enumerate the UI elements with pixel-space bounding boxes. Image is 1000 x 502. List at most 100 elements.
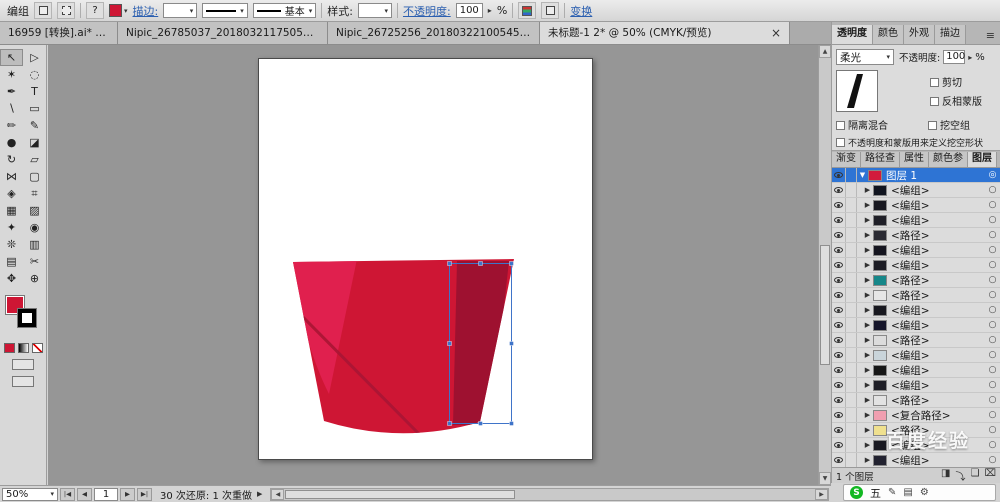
layer-label[interactable]: <路径> xyxy=(887,273,985,288)
layer-row[interactable]: ▶ <编组> ○ xyxy=(832,318,1000,333)
width-profile-select[interactable]: ▾ xyxy=(202,3,248,18)
expand-arrow-icon[interactable]: ▶ xyxy=(862,456,873,464)
layer-row[interactable]: ▶ <编组> ○ xyxy=(832,363,1000,378)
isolate-group-icon[interactable] xyxy=(34,2,52,19)
status-flyout-icon[interactable]: ▶ xyxy=(257,490,262,498)
document-tab[interactable]: Nipic_26785037_20180321175057703037.ai* … xyxy=(118,22,328,44)
layer-row[interactable]: ▶ <编组> ○ xyxy=(832,453,1000,467)
perspective-grid-tool[interactable]: ⌗ xyxy=(23,185,46,202)
target-circle-icon[interactable]: ○ xyxy=(985,215,1000,225)
opacity-stepper-icon[interactable]: ▸ xyxy=(968,53,972,62)
transform-panel-link[interactable]: 变换 xyxy=(570,3,592,19)
lock-toggle[interactable] xyxy=(846,303,857,317)
visibility-toggle[interactable] xyxy=(832,408,846,422)
lock-toggle[interactable] xyxy=(846,183,857,197)
zoom-tool[interactable]: ⊕ xyxy=(23,270,46,287)
tab-layers[interactable]: 图层 xyxy=(968,152,997,167)
expand-arrow-icon[interactable]: ▶ xyxy=(862,396,873,404)
last-artboard-button[interactable]: ▶| xyxy=(137,487,152,501)
target-circle-icon[interactable]: ○ xyxy=(985,200,1000,210)
layer-label[interactable]: <编组> xyxy=(887,198,985,213)
layer-row[interactable]: ▶ <编组> ○ xyxy=(832,348,1000,363)
lock-toggle[interactable] xyxy=(846,273,857,287)
target-circle-icon[interactable]: ○ xyxy=(985,440,1000,450)
layer-label[interactable]: <路径> xyxy=(887,423,985,438)
target-circle-icon[interactable]: ○ xyxy=(985,305,1000,315)
question-icon[interactable]: ? xyxy=(86,2,104,19)
knockout-group-checkbox[interactable] xyxy=(928,121,937,130)
visibility-toggle[interactable] xyxy=(832,258,846,272)
target-circle-icon[interactable]: ○ xyxy=(985,320,1000,330)
expand-arrow-icon[interactable]: ▶ xyxy=(862,231,873,239)
panel-opacity-input[interactable]: 100 xyxy=(943,50,965,64)
shape-builder-tool[interactable]: ◈ xyxy=(0,185,23,202)
expand-arrow-icon[interactable]: ▶ xyxy=(862,336,873,344)
lock-toggle[interactable] xyxy=(846,213,857,227)
rectangle-tool[interactable]: ▭ xyxy=(23,100,46,117)
hand-tool[interactable]: ✥ xyxy=(0,270,23,287)
document-tab[interactable]: Nipic_26725256_20180322100545029030.ai* … xyxy=(328,22,540,44)
layer-label[interactable]: <编组> xyxy=(887,213,985,228)
layer-label[interactable]: <路径> xyxy=(887,393,985,408)
ime-toolbar[interactable]: S 五 ✎ ▤ ⚙ xyxy=(843,484,996,501)
expand-arrow-icon[interactable]: ▶ xyxy=(862,321,873,329)
target-circle-icon[interactable]: ○ xyxy=(985,395,1000,405)
column-graph-tool[interactable]: ▥ xyxy=(23,236,46,253)
horizontal-scroll-thumb[interactable] xyxy=(285,489,516,499)
layer-label[interactable]: <编组> xyxy=(887,243,985,258)
lock-toggle[interactable] xyxy=(846,393,857,407)
lock-toggle[interactable] xyxy=(846,423,857,437)
scroll-right-icon[interactable]: ▶ xyxy=(815,488,828,500)
tab-appearance[interactable]: 外观 xyxy=(904,25,935,44)
expand-arrow-icon[interactable]: ▶ xyxy=(862,291,873,299)
tab-transparency[interactable]: 透明度 xyxy=(832,25,873,44)
visibility-toggle[interactable] xyxy=(832,453,846,467)
visibility-toggle[interactable] xyxy=(832,183,846,197)
target-circle-icon[interactable]: ○ xyxy=(985,260,1000,270)
symbol-sprayer-tool[interactable]: ❊ xyxy=(0,236,23,253)
layer-label[interactable]: <编组> xyxy=(887,303,985,318)
document-tab[interactable]: 16959 [转换].ai* @ 1... × xyxy=(0,22,118,44)
bucket-artwork[interactable] xyxy=(289,259,514,439)
layer-row[interactable]: ▶ <编组> ○ xyxy=(832,303,1000,318)
target-circle-icon[interactable]: ○ xyxy=(985,425,1000,435)
layer-row[interactable]: ▶ <路径> ○ xyxy=(832,273,1000,288)
tab-gradient[interactable]: 渐变 xyxy=(832,152,861,167)
ime-logo-icon[interactable]: S xyxy=(850,486,863,499)
layer-label[interactable]: 图层 1 xyxy=(882,168,985,183)
tab-close-icon[interactable]: × xyxy=(763,23,781,44)
artboard[interactable] xyxy=(258,58,593,460)
layer-label[interactable]: <路径> xyxy=(887,228,985,243)
lock-toggle[interactable] xyxy=(846,453,857,467)
none-mode-button[interactable] xyxy=(31,343,43,353)
free-transform-tool[interactable]: ▢ xyxy=(23,168,46,185)
visibility-toggle[interactable] xyxy=(832,348,846,362)
visibility-toggle[interactable] xyxy=(832,228,846,242)
visibility-toggle[interactable] xyxy=(832,363,846,377)
visibility-toggle[interactable] xyxy=(832,243,846,257)
tab-pathfinder[interactable]: 路径查 xyxy=(861,152,900,167)
ime-pen-icon[interactable]: ✎ xyxy=(888,487,896,498)
visibility-toggle[interactable] xyxy=(832,273,846,287)
expand-arrow-icon[interactable]: ▼ xyxy=(857,171,868,179)
slice-tool[interactable]: ✂ xyxy=(23,253,46,270)
expand-arrow-icon[interactable]: ▶ xyxy=(862,276,873,284)
fill-color-swatch[interactable]: ▾ xyxy=(109,4,128,17)
expand-arrow-icon[interactable]: ▶ xyxy=(862,306,873,314)
layer-label[interactable]: <复合路径> xyxy=(887,408,985,423)
target-circle-icon[interactable]: ○ xyxy=(985,185,1000,195)
selection-tool[interactable]: ↖ xyxy=(0,49,23,66)
layer-label[interactable]: <编组> xyxy=(887,438,985,453)
lock-toggle[interactable] xyxy=(846,198,857,212)
layer-label[interactable]: <编组> xyxy=(887,258,985,273)
layer-label[interactable]: <路径> xyxy=(887,333,985,348)
visibility-toggle[interactable] xyxy=(832,198,846,212)
ime-settings-icon[interactable]: ⚙ xyxy=(920,487,929,498)
tab-color[interactable]: 颜色 xyxy=(873,25,904,44)
lock-toggle[interactable] xyxy=(846,438,857,452)
artboard-tool[interactable]: ▤ xyxy=(0,253,23,270)
delete-layer-button[interactable]: ⌧ xyxy=(984,468,996,483)
target-circle-icon[interactable]: ○ xyxy=(985,380,1000,390)
panel-menu-icon[interactable]: ≡ xyxy=(986,29,1000,44)
magic-wand-tool[interactable]: ✶ xyxy=(0,66,23,83)
